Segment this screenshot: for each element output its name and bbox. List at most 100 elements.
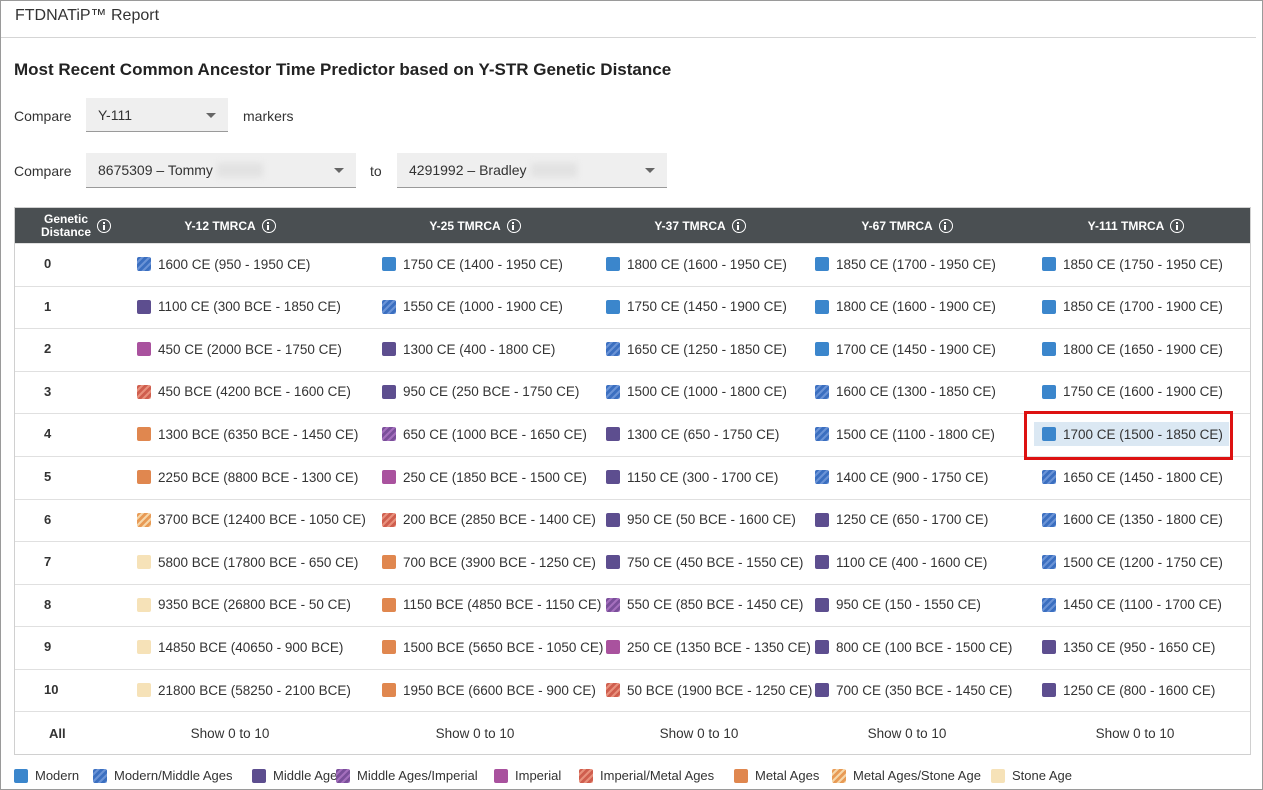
tmrca-text: 50 BCE (1900 BCE - 1250 CE) [627,682,813,698]
genetic-distance-value: 4 [44,426,52,442]
tmrca-cell[interactable]: 3700 BCE (12400 BCE - 1050 CE) [137,510,366,530]
tmrca-cell[interactable]: 1400 CE (900 - 1750 CE) [815,467,988,487]
tmrca-cell[interactable]: 1250 CE (800 - 1600 CE) [1042,680,1215,700]
tmrca-cell[interactable]: 1500 CE (1000 - 1800 CE) [606,382,787,402]
tmrca-text: 1100 CE (300 BCE - 1850 CE) [158,299,341,315]
tmrca-text: 1600 CE (1350 - 1800 CE) [1063,512,1223,528]
legend-label: Metal Ages [755,768,820,783]
tmrca-cell[interactable]: 1650 CE (1450 - 1800 CE) [1042,467,1223,487]
show-range-link-y111[interactable]: Show 0 to 10 [1050,726,1220,741]
highlight-box [1024,411,1233,460]
info-icon[interactable] [97,218,111,233]
column-header-label: Y-37 TMRCA [654,218,726,233]
era-swatch-icon [606,299,620,314]
tmrca-cell[interactable]: 5800 BCE (17800 BCE - 650 CE) [137,552,358,572]
tmrca-cell[interactable]: 1100 CE (300 BCE - 1850 CE) [137,297,341,317]
tmrca-cell[interactable]: 1350 CE (950 - 1650 CE) [1042,637,1215,657]
era-swatch-icon [606,683,620,697]
tmrca-cell[interactable]: 1150 CE (300 - 1700 CE) [606,467,778,487]
tmrca-cell[interactable]: 200 BCE (2850 BCE - 1400 CE) [382,510,596,530]
era-swatch-icon [832,768,846,783]
tmrca-cell[interactable]: 1850 CE (1750 - 1950 CE) [1042,254,1223,274]
tmrca-cell[interactable]: 650 CE (1000 BCE - 1650 CE) [382,424,587,444]
tmrca-cell[interactable]: 1550 CE (1000 - 1900 CE) [382,297,563,317]
person1-select[interactable]: 8675309 – Tommy [86,153,356,188]
tmrca-cell[interactable]: 1500 CE (1100 - 1800 CE) [815,424,995,444]
tmrca-cell[interactable]: 750 CE (450 BCE - 1550 CE) [606,552,803,572]
tmrca-cell[interactable]: 2250 BCE (8800 BCE - 1300 CE) [137,467,358,487]
tmrca-cell[interactable]: 950 CE (250 BCE - 1750 CE) [382,382,579,402]
tmrca-cell[interactable]: 1800 CE (1600 - 1950 CE) [606,254,787,274]
show-range-link-y25[interactable]: Show 0 to 10 [390,726,560,741]
marker-select[interactable]: Y-111 [86,98,228,132]
tmrca-cell[interactable]: 700 BCE (3900 BCE - 1250 CE) [382,552,596,572]
tmrca-cell[interactable]: 1500 BCE (5650 BCE - 1050 CE) [382,637,603,657]
tmrca-cell[interactable]: 14850 BCE (40650 - 900 BCE) [137,637,343,657]
tmrca-cell[interactable]: 1450 CE (1100 - 1700 CE) [1042,595,1222,615]
tmrca-cell[interactable]: 1600 CE (950 - 1950 CE) [137,254,310,274]
era-swatch-icon [815,299,829,314]
column-header-label: Y-25 TMRCA [429,218,501,233]
era-swatch-icon [137,299,151,314]
tmrca-cell[interactable]: 1850 CE (1700 - 1950 CE) [815,254,996,274]
tmrca-cell[interactable]: 1300 CE (650 - 1750 CE) [606,424,779,444]
tmrca-cell[interactable]: 250 CE (1350 BCE - 1350 CE) [606,637,811,657]
tmrca-cell[interactable]: 9350 BCE (26800 BCE - 50 CE) [137,595,351,615]
show-range-link-y37[interactable]: Show 0 to 10 [614,726,784,741]
tmrca-cell[interactable]: 1800 CE (1650 - 1900 CE) [1042,339,1223,359]
legend-item: Metal Ages/Stone Age [832,768,981,783]
person2-select[interactable]: 4291992 – Bradley [397,153,667,188]
tmrca-cell[interactable]: 800 CE (100 BCE - 1500 CE) [815,637,1012,657]
tmrca-cell[interactable]: 21800 BCE (58250 - 2100 BCE) [137,680,351,700]
tmrca-cell[interactable]: 1750 CE (1600 - 1900 CE) [1042,382,1223,402]
legend-label: Imperial [515,768,562,783]
report-header: FTDNATiP™ Report [1,1,1262,37]
tmrca-cell[interactable]: 450 CE (2000 BCE - 1750 CE) [137,339,342,359]
tmrca-cell[interactable]: 1850 CE (1700 - 1900 CE) [1042,297,1223,317]
tmrca-text: 1700 CE (1450 - 1900 CE) [836,341,996,357]
tmrca-cell[interactable]: 1600 CE (1300 - 1850 CE) [815,382,996,402]
tmrca-cell[interactable]: 1300 BCE (6350 BCE - 1450 CE) [137,424,358,444]
era-swatch-icon [382,555,396,570]
tmrca-cell[interactable]: 1100 CE (400 - 1600 CE) [815,552,987,572]
table-row: 2 450 CE (2000 BCE - 1750 CE) 1300 CE (400… [15,328,1250,370]
era-swatch-icon [1042,299,1056,314]
tmrca-cell[interactable]: 1700 CE (1450 - 1900 CE) [815,339,996,359]
era-swatch-icon [579,768,593,783]
tmrca-cell[interactable]: 1300 CE (400 - 1800 CE) [382,339,555,359]
tmrca-cell[interactable]: 1250 CE (650 - 1700 CE) [815,510,988,530]
tmrca-text: 1150 CE (300 - 1700 CE) [627,469,779,485]
info-icon[interactable] [731,218,746,233]
info-icon[interactable] [506,218,521,233]
tmrca-cell[interactable]: 250 CE (1850 BCE - 1500 CE) [382,467,587,487]
info-icon[interactable] [1170,218,1185,233]
show-range-link-y67[interactable]: Show 0 to 10 [822,726,992,741]
tmrca-text: 1800 CE (1600 - 1950 CE) [627,256,787,272]
tmrca-cell[interactable]: 1800 CE (1600 - 1900 CE) [815,297,996,317]
tmrca-cell[interactable]: 1750 CE (1450 - 1900 CE) [606,297,787,317]
tmrca-text: 450 BCE (4200 BCE - 1600 CE) [158,384,351,400]
tmrca-cell[interactable]: 450 BCE (4200 BCE - 1600 CE) [137,382,351,402]
tmrca-cell[interactable]: 700 CE (350 BCE - 1450 CE) [815,680,1012,700]
tmrca-cell[interactable]: 1950 BCE (6600 BCE - 900 CE) [382,680,596,700]
tmrca-text: 5800 BCE (17800 BCE - 650 CE) [158,554,359,570]
tmrca-cell[interactable]: 950 CE (50 BCE - 1600 CE) [606,510,796,530]
show-range-link-y12[interactable]: Show 0 to 10 [145,726,315,741]
info-icon[interactable] [261,218,276,233]
era-swatch-icon [137,597,151,612]
era-swatch-icon [1042,512,1056,527]
tmrca-cell[interactable]: 1600 CE (1350 - 1800 CE) [1042,510,1223,530]
tmrca-cell[interactable]: 950 CE (150 - 1550 CE) [815,595,981,615]
tmrca-text: 1100 CE (400 - 1600 CE) [836,554,988,570]
tmrca-cell[interactable]: 550 CE (850 BCE - 1450 CE) [606,595,803,615]
tmrca-text: 1600 CE (1300 - 1850 CE) [836,384,996,400]
info-icon[interactable] [938,218,953,233]
tmrca-cell[interactable]: 1650 CE (1250 - 1850 CE) [606,339,787,359]
tmrca-cell[interactable]: 1150 BCE (4850 BCE - 1150 CE) [382,595,601,615]
compare-people-label: Compare [14,163,72,179]
tmrca-text: 1300 CE (400 - 1800 CE) [403,341,556,357]
tmrca-cell[interactable]: 50 BCE (1900 BCE - 1250 CE) [606,680,812,700]
tmrca-cell[interactable]: 1500 CE (1200 - 1750 CE) [1042,552,1223,572]
tmrca-cell[interactable]: 1750 CE (1400 - 1950 CE) [382,254,563,274]
era-swatch-icon [252,768,266,783]
